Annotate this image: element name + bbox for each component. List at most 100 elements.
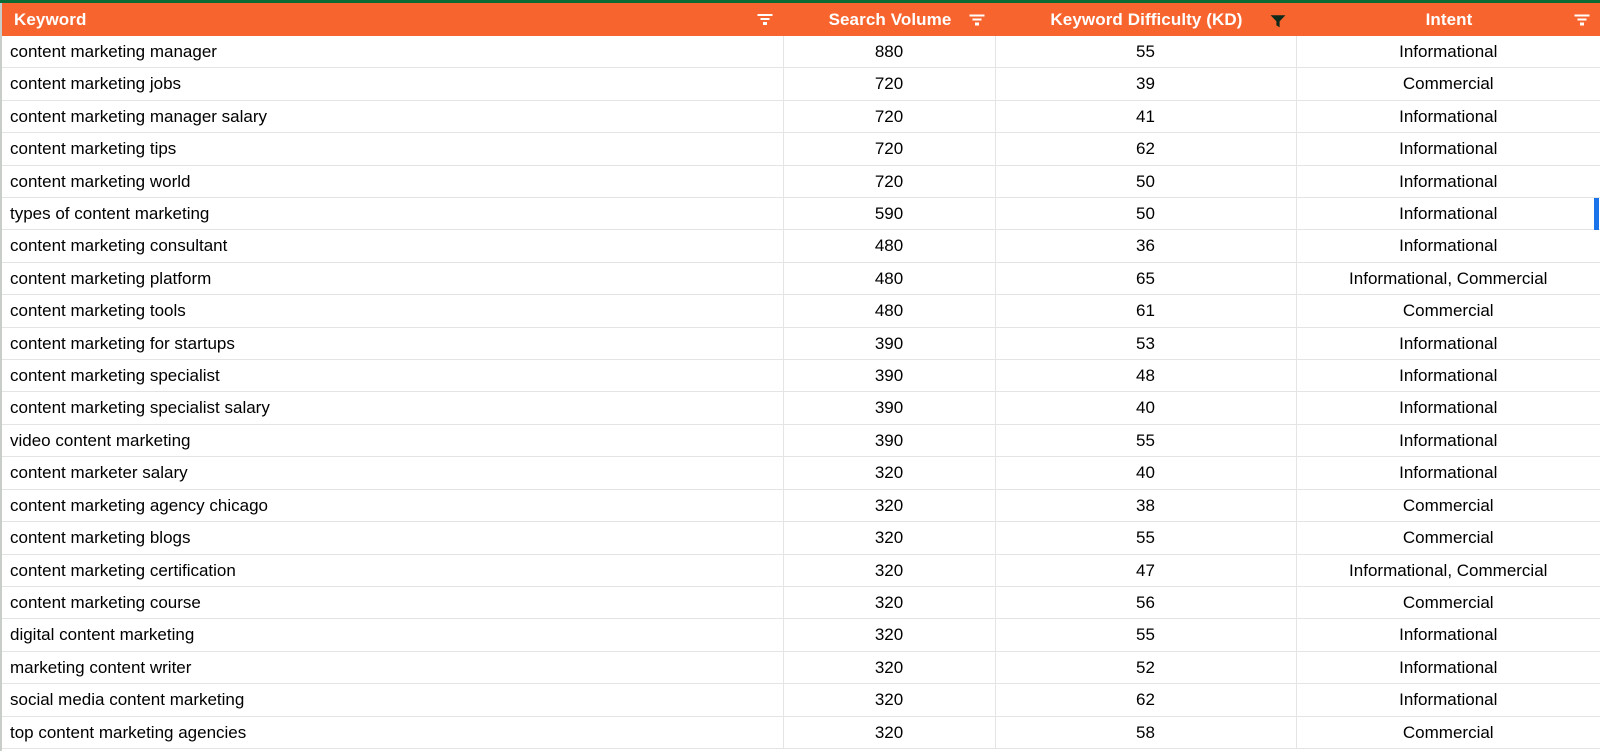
cell-keyword-difficulty[interactable]: 61	[995, 294, 1297, 328]
cell-search-volume[interactable]: 720	[783, 100, 996, 134]
table-row[interactable]: content marketing tips 720 62 Informational	[2, 132, 1600, 166]
table-row[interactable]: content marketing manager salary 720 41 Inf…	[2, 100, 1600, 134]
cell-keyword[interactable]: top content marketing agencies	[2, 716, 784, 749]
table-row[interactable]: social media content marketing 320 62 Infor…	[2, 683, 1600, 717]
cell-keyword[interactable]: content marketing tips	[2, 132, 784, 166]
cell-intent[interactable]: Commercial	[1296, 716, 1600, 749]
table-row[interactable]: content marketing specialist salary 390 40…	[2, 391, 1600, 425]
cell-keyword-difficulty[interactable]: 48	[995, 359, 1297, 393]
cell-search-volume[interactable]: 590	[783, 197, 996, 231]
cell-intent[interactable]: Informational	[1296, 651, 1600, 685]
cell-keyword-difficulty[interactable]: 40	[995, 456, 1297, 490]
cell-intent[interactable]: Commercial	[1296, 67, 1600, 101]
cell-keyword-difficulty[interactable]: 47	[995, 554, 1297, 587]
table-row[interactable]: content marketing specialist 390 48 Informa…	[2, 359, 1600, 393]
cell-search-volume[interactable]: 320	[783, 489, 996, 523]
cell-keyword-difficulty[interactable]: 55	[995, 424, 1297, 458]
cell-keyword[interactable]: social media content marketing	[2, 683, 784, 717]
cell-search-volume[interactable]: 880	[783, 36, 996, 69]
cell-intent[interactable]: Informational	[1296, 456, 1600, 490]
cell-keyword-difficulty[interactable]: 55	[995, 36, 1297, 69]
cell-keyword-difficulty[interactable]: 53	[995, 327, 1297, 361]
cell-search-volume[interactable]: 720	[783, 67, 996, 101]
cell-intent[interactable]: Informational	[1296, 618, 1600, 652]
column-header-keyword[interactable]: Keyword	[2, 3, 784, 36]
cell-keyword-difficulty[interactable]: 55	[995, 521, 1297, 555]
table-row[interactable]: video content marketing 390 55 Informationa…	[2, 424, 1600, 458]
cell-intent[interactable]: Informational, Commercial	[1296, 262, 1600, 296]
table-row[interactable]: types of content marketing 590 50 Informati…	[2, 197, 1600, 231]
cell-keyword[interactable]: content marketing blogs	[2, 521, 784, 555]
cell-search-volume[interactable]: 320	[783, 683, 996, 717]
cell-search-volume[interactable]: 390	[783, 359, 996, 393]
cell-search-volume[interactable]: 390	[783, 424, 996, 458]
cell-intent[interactable]: Informational	[1296, 229, 1600, 263]
cell-intent[interactable]: Informational	[1296, 391, 1600, 425]
cell-intent[interactable]: Informational, Commercial	[1296, 554, 1600, 587]
cell-intent[interactable]: Informational	[1296, 327, 1600, 361]
cell-keyword-difficulty[interactable]: 58	[995, 716, 1297, 749]
table-row[interactable]: content marketing jobs 720 39 Commercial	[2, 67, 1600, 101]
cell-search-volume[interactable]: 480	[783, 294, 996, 328]
cell-keyword-difficulty[interactable]: 55	[995, 618, 1297, 652]
cell-keyword-difficulty[interactable]: 50	[995, 197, 1297, 231]
column-header-intent[interactable]: Intent	[1296, 3, 1600, 36]
cell-keyword[interactable]: content marketing for startups	[2, 327, 784, 361]
cell-keyword[interactable]: types of content marketing	[2, 197, 784, 231]
cell-keyword[interactable]: content marketing consultant	[2, 229, 784, 263]
cell-intent[interactable]: Informational	[1296, 100, 1600, 134]
cell-search-volume[interactable]: 320	[783, 554, 996, 587]
cell-keyword-difficulty[interactable]: 62	[995, 683, 1297, 717]
table-row[interactable]: content marketing for startups 390 53 Infor…	[2, 327, 1600, 361]
table-row[interactable]: content marketing consultant 480 36 Informa…	[2, 229, 1600, 263]
column-header-keyword-difficulty[interactable]: Keyword Difficulty (KD)	[995, 3, 1297, 36]
filter-funnel-icon-keyword-difficulty[interactable]	[1270, 13, 1286, 27]
cell-intent[interactable]: Informational	[1296, 165, 1600, 199]
cell-keyword[interactable]: marketing content writer	[2, 651, 784, 685]
cell-keyword[interactable]: video content marketing	[2, 424, 784, 458]
cell-intent[interactable]: Commercial	[1296, 586, 1600, 620]
cell-search-volume[interactable]: 390	[783, 391, 996, 425]
cell-keyword-difficulty[interactable]: 39	[995, 67, 1297, 101]
cell-keyword-difficulty[interactable]: 36	[995, 229, 1297, 263]
cell-keyword-difficulty[interactable]: 50	[995, 165, 1297, 199]
cell-intent[interactable]: Informational	[1296, 424, 1600, 458]
cell-keyword-difficulty[interactable]: 52	[995, 651, 1297, 685]
cell-keyword-difficulty[interactable]: 62	[995, 132, 1297, 166]
table-row[interactable]: content marketing manager 880 55 Informatio…	[2, 36, 1600, 69]
cell-search-volume[interactable]: 320	[783, 456, 996, 490]
cell-keyword[interactable]: content marketing tools	[2, 294, 784, 328]
column-header-search-volume[interactable]: Search Volume	[783, 3, 996, 36]
filter-lines-icon-intent[interactable]	[1574, 14, 1590, 25]
active-cell-marker[interactable]	[1594, 197, 1599, 230]
cell-search-volume[interactable]: 320	[783, 618, 996, 652]
cell-keyword-difficulty[interactable]: 41	[995, 100, 1297, 134]
cell-keyword-difficulty[interactable]: 65	[995, 262, 1297, 296]
table-row[interactable]: content marketing blogs 320 55 Commercial	[2, 521, 1600, 555]
cell-keyword[interactable]: content marketing platform	[2, 262, 784, 296]
cell-search-volume[interactable]: 390	[783, 327, 996, 361]
table-row[interactable]: content marketing world 720 50 Informationa…	[2, 165, 1600, 199]
cell-intent[interactable]: Commercial	[1296, 489, 1600, 523]
table-row[interactable]: content marketing course 320 56 Commercial	[2, 586, 1600, 620]
table-row[interactable]: top content marketing agencies 320 58 Comme…	[2, 716, 1600, 749]
cell-intent[interactable]: Commercial	[1296, 521, 1600, 555]
cell-intent[interactable]: Commercial	[1296, 294, 1600, 328]
cell-search-volume[interactable]: 480	[783, 229, 996, 263]
table-row[interactable]: content marketing platform 480 65 Informati…	[2, 262, 1600, 296]
cell-keyword[interactable]: digital content marketing	[2, 618, 784, 652]
cell-search-volume[interactable]: 720	[783, 132, 996, 166]
cell-search-volume[interactable]: 720	[783, 165, 996, 199]
cell-keyword[interactable]: content marketing specialist salary	[2, 391, 784, 425]
cell-intent[interactable]: Informational	[1296, 132, 1600, 166]
cell-keyword[interactable]: content marketing specialist	[2, 359, 784, 393]
table-row[interactable]: digital content marketing 320 55 Informatio…	[2, 618, 1600, 652]
cell-keyword[interactable]: content marketing agency chicago	[2, 489, 784, 523]
cell-keyword-difficulty[interactable]: 38	[995, 489, 1297, 523]
cell-keyword[interactable]: content marketing course	[2, 586, 784, 620]
table-row[interactable]: content marketing agency chicago 320 38 Com…	[2, 489, 1600, 523]
table-row[interactable]: content marketing tools 480 61 Commercial	[2, 294, 1600, 328]
cell-search-volume[interactable]: 320	[783, 521, 996, 555]
table-row[interactable]: marketing content writer 320 52 Information…	[2, 651, 1600, 685]
cell-search-volume[interactable]: 320	[783, 651, 996, 685]
